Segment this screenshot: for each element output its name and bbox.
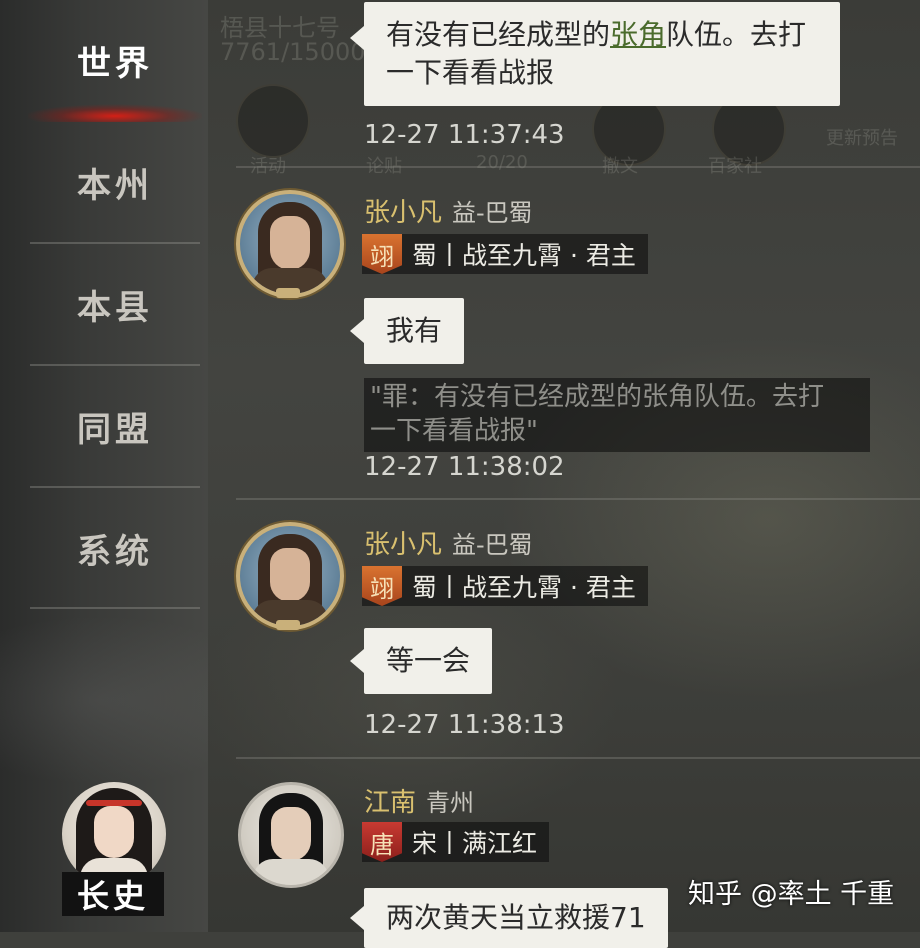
bg-circle-icon <box>236 84 310 158</box>
quote-text: "罪：有没有已经成型的张角队伍。去打 <box>370 382 824 412</box>
message-divider <box>236 757 920 759</box>
message-text: 有没有已经成型的 <box>386 18 611 51</box>
sender-name[interactable]: 江南 青州 <box>364 782 474 819</box>
avatar-ornament <box>276 620 300 630</box>
message-timestamp: 12-27 11:38:02 <box>364 452 565 482</box>
sender-region: 青州 <box>426 789 475 817</box>
bg-label: 百家社 <box>708 156 762 177</box>
active-tab-indicator <box>28 96 202 122</box>
message-divider <box>236 166 920 168</box>
sender-region: 益-巴蜀 <box>452 199 533 227</box>
message-bubble: 两次黄天当立救援71 <box>350 888 668 948</box>
sender-title-bar: 翊 蜀丨战至九霄 · 君主 <box>362 566 648 606</box>
message-bubble: 我有 <box>350 298 465 364</box>
bg-label: 撤文 <box>602 156 638 177</box>
advisor-button[interactable]: 长史 <box>62 872 164 916</box>
message-text: 两次黄天当立救援71 <box>386 901 646 934</box>
sender-name[interactable]: 张小凡 益-巴蜀 <box>364 192 533 229</box>
bg-label: 活动 <box>250 156 286 177</box>
sender-title-bar: 翊 蜀丨战至九霄 · 君主 <box>362 234 648 274</box>
nav-divider <box>30 607 200 609</box>
bg-label: 20/20 <box>476 152 528 173</box>
sender-title: 宋丨满江红 <box>412 829 538 858</box>
watermark: 知乎 @率土 千重 <box>688 879 895 910</box>
sender-region: 益-巴蜀 <box>452 531 533 559</box>
bg-label: 论贴 <box>366 156 402 177</box>
user-avatar[interactable] <box>236 190 344 298</box>
hero-link[interactable]: 张角 <box>610 18 666 51</box>
message-timestamp: 12-27 11:38:13 <box>364 710 565 740</box>
quote-text: 一下看看战报" <box>370 416 538 446</box>
tab-state[interactable]: 本州 <box>30 122 200 242</box>
tab-system[interactable]: 系统 <box>30 488 200 608</box>
message-timestamp: 12-27 11:37:43 <box>364 120 565 150</box>
message-divider <box>236 498 920 500</box>
sender-name[interactable]: 张小凡 益-巴蜀 <box>364 524 533 561</box>
tab-alliance[interactable]: 同盟 <box>30 366 200 486</box>
message-text: 我有 <box>386 314 443 347</box>
message-text: 等一会 <box>386 644 471 677</box>
channel-sidebar: 世界 本州 本县 同盟 系统 长史 <box>0 0 208 932</box>
tab-county[interactable]: 本县 <box>30 244 200 364</box>
sender-title: 蜀丨战至九霄 · 君主 <box>412 573 636 602</box>
title-badge-icon: 唐 <box>362 822 402 862</box>
message-text: 一下看看战报 <box>386 56 555 89</box>
avatar-ornament <box>276 288 300 298</box>
title-badge-icon: 翊 <box>362 566 402 606</box>
message-bubble: 有没有已经成型的张角队伍。去打 一下看看战报 <box>350 2 840 106</box>
quoted-message: "罪：有没有已经成型的张角队伍。去打 一下看看战报" <box>364 378 870 452</box>
bg-ghost-count: 7761/15000 <box>220 38 366 66</box>
message-bubble: 等一会 <box>350 628 493 694</box>
title-badge-icon: 翊 <box>362 234 402 274</box>
sender-title-bar: 唐 宋丨满江红 <box>362 822 550 862</box>
sender-title: 蜀丨战至九霄 · 君主 <box>412 241 636 270</box>
user-avatar[interactable] <box>236 522 344 630</box>
user-avatar[interactable] <box>238 782 344 888</box>
bg-label: 更新预告 <box>826 128 898 149</box>
message-text: 队伍。去打 <box>666 18 807 51</box>
